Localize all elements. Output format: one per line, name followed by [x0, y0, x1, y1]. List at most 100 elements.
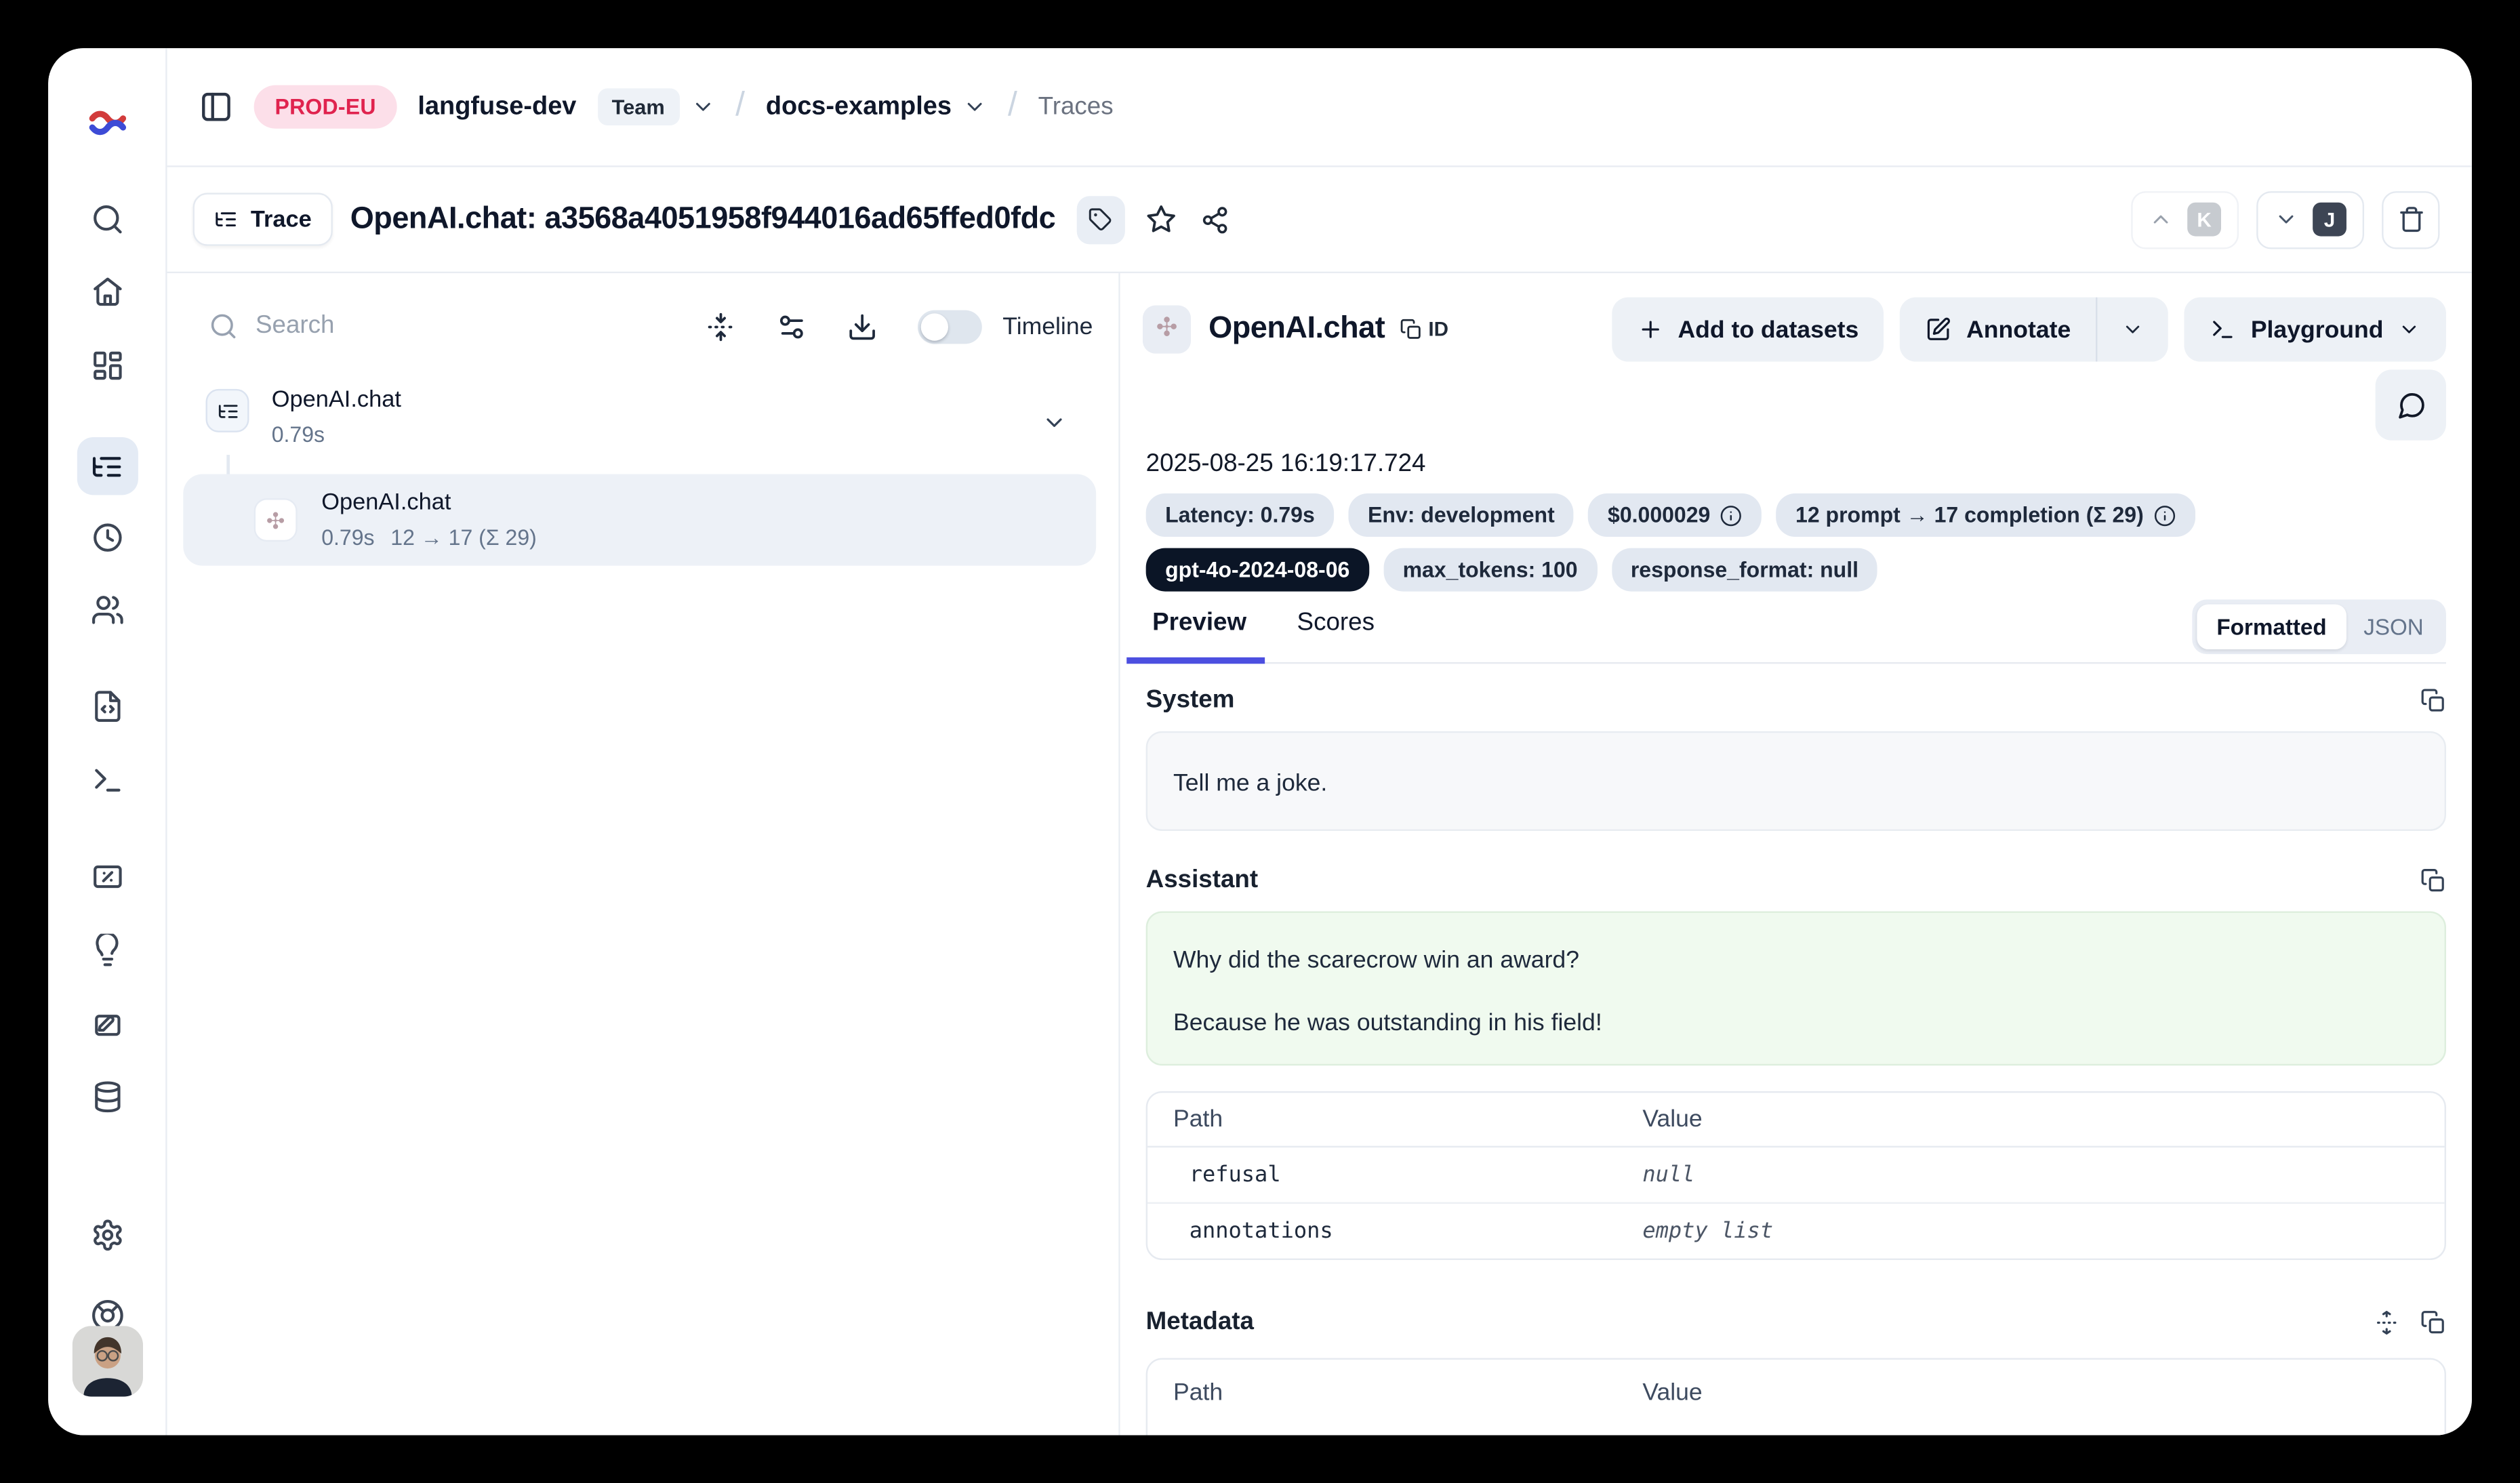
shortcut-key-k: K [2187, 203, 2221, 237]
collapse-all-button[interactable] [706, 311, 736, 342]
system-message-box: Tell me a joke. [1146, 731, 2446, 831]
unfold-vertical-icon [2374, 1310, 2399, 1336]
format-toggle-json[interactable]: JSON [2346, 614, 2441, 640]
playground-button[interactable]: Playground [2185, 298, 2446, 362]
fold-vertical-icon [706, 311, 736, 342]
sidebar-tracing-icon[interactable] [77, 437, 138, 495]
copy-assistant-button[interactable] [2420, 868, 2446, 893]
trace-tree-panel: Timeline OpenAI.chat 0.79s ✣ OpenAI.chat [167, 273, 1120, 1435]
collapse-node-chevron-icon[interactable] [1042, 410, 1068, 436]
app-window: PROD-EU langfuse-dev Team / docs-example… [48, 48, 2472, 1435]
langfuse-logo[interactable] [85, 101, 129, 144]
sidebar-datasets-icon[interactable] [90, 1080, 124, 1114]
model-badge-row: gpt-4o-2024-08-06 max_tokens: 100 respon… [1146, 548, 1878, 592]
org-name[interactable]: langfuse-dev [418, 92, 576, 121]
detail-tabs: Preview Scores Formatted JSON [1146, 605, 2446, 664]
environment-badge[interactable]: PROD-EU [254, 85, 397, 129]
breadcrumb-separator: / [1008, 86, 1017, 125]
download-button[interactable] [847, 311, 877, 342]
comments-button[interactable] [2376, 369, 2446, 440]
plus-icon [1638, 317, 1663, 342]
info-icon [1720, 504, 1743, 526]
table-row: refusal null [1147, 1147, 2445, 1204]
chevron-down-icon [2398, 318, 2420, 340]
tree-search-row: Timeline [167, 296, 1119, 357]
sidebar-dashboards-icon[interactable] [90, 349, 124, 383]
panel-toggle-icon[interactable] [199, 90, 233, 124]
sidebar-prompts-icon[interactable] [90, 689, 124, 723]
format-toggle: Formatted JSON [2193, 599, 2446, 654]
observation-header: ✣ OpenAI.chat ID Add to datasets Annotat… [1143, 293, 2446, 367]
assistant-section-header: Assistant [1146, 865, 2446, 897]
format-toggle-formatted[interactable]: Formatted [2197, 605, 2346, 649]
tree-node-stats: 0.79s12 → 17 (Σ 29) [321, 525, 537, 550]
org-chevron-down-icon[interactable] [691, 95, 715, 119]
share-button[interactable] [1197, 205, 1232, 234]
user-avatar[interactable] [72, 1326, 142, 1396]
sidebar-insights-icon[interactable] [90, 934, 124, 968]
response-format-badge: response_format: null [1611, 548, 1877, 592]
screen: PROD-EU langfuse-dev Team / docs-example… [0, 0, 2520, 1483]
timeline-toggle-label: Timeline [1002, 312, 1093, 340]
tree-node-root[interactable]: OpenAI.chat 0.79s [196, 386, 1099, 460]
model-badge[interactable]: gpt-4o-2024-08-06 [1146, 548, 1369, 592]
tab-scores[interactable]: Scores [1274, 609, 1397, 638]
prev-trace-button[interactable]: K [2131, 190, 2239, 248]
tag-button[interactable] [1076, 195, 1124, 243]
sidebar-search-icon[interactable] [90, 203, 124, 237]
observation-title: OpenAI.chat [1208, 312, 1385, 347]
copy-icon [1400, 318, 1422, 340]
table-header: Path Value [1147, 1360, 2445, 1419]
annotate-button[interactable]: Annotate [1901, 298, 2096, 362]
sidebar-scores-icon[interactable] [90, 860, 124, 894]
project-chevron-down-icon[interactable] [963, 95, 988, 119]
add-to-datasets-button[interactable]: Add to datasets [1612, 298, 1884, 362]
chevron-up-icon [2149, 207, 2173, 232]
metadata-table: Path Value [1146, 1358, 2446, 1436]
column-header-value: Value [1617, 1360, 2444, 1419]
table-row: annotations empty list [1147, 1204, 2445, 1259]
cost-badge[interactable]: $0.000029 [1589, 493, 1762, 537]
star-icon [1145, 204, 1176, 235]
copy-id-button[interactable]: ID [1400, 318, 1448, 340]
active-tab-indicator [1126, 657, 1265, 664]
bookmark-star-button[interactable] [1142, 204, 1179, 235]
sidebar-settings-icon[interactable] [90, 1218, 124, 1252]
view-settings-button[interactable] [776, 311, 807, 342]
system-section-header: System [1146, 685, 2446, 716]
edit-pen-icon [1926, 317, 1952, 342]
max-tokens-badge: max_tokens: 100 [1383, 548, 1597, 592]
project-name[interactable]: docs-examples [766, 92, 952, 121]
trace-header-row: Trace OpenAI.chat: a3568a4051958f944016a… [167, 167, 2472, 273]
breadcrumb-section[interactable]: Traces [1038, 92, 1114, 121]
expand-metadata-button[interactable] [2374, 1310, 2399, 1336]
token-usage-badge[interactable]: 12 prompt → 17 completion (Σ 29) [1776, 493, 2195, 537]
latency-badge: Latency: 0.79s [1146, 493, 1335, 537]
sidebar-users-icon[interactable] [90, 593, 124, 627]
timeline-toggle[interactable] [918, 309, 982, 343]
tree-node-generation-selected[interactable]: ✣ OpenAI.chat 0.79s12 → 17 (Σ 29) [183, 474, 1096, 566]
copy-metadata-button[interactable] [2420, 1310, 2446, 1336]
next-trace-button[interactable]: J [2256, 190, 2364, 248]
annotate-split-button: Annotate [1901, 298, 2169, 362]
copy-system-button[interactable] [2420, 688, 2446, 714]
chevron-down-icon [2274, 207, 2298, 232]
annotate-dropdown-button[interactable] [2096, 298, 2169, 362]
sidebar-home-icon[interactable] [90, 275, 124, 308]
top-navbar: PROD-EU langfuse-dev Team / docs-example… [167, 48, 2472, 167]
tab-preview[interactable]: Preview [1130, 609, 1269, 638]
search-icon [209, 312, 238, 341]
delete-trace-button[interactable] [2382, 190, 2439, 248]
trace-title: OpenAI.chat: a3568a4051958f944016ad65ffe… [350, 202, 1056, 237]
sliders-icon [776, 311, 807, 342]
tag-icon [1089, 207, 1113, 232]
sidebar-sessions-icon[interactable] [90, 521, 124, 554]
sidebar-playground-icon[interactable] [90, 763, 124, 797]
terminal-icon [2211, 317, 2237, 342]
share-icon [1200, 205, 1229, 234]
column-header-path: Path [1147, 1093, 1617, 1145]
sidebar-evaluators-icon[interactable] [90, 1008, 124, 1042]
trash-icon [2397, 206, 2424, 233]
tree-node-name: OpenAI.chat [321, 490, 451, 516]
tree-search-input[interactable] [256, 312, 497, 341]
